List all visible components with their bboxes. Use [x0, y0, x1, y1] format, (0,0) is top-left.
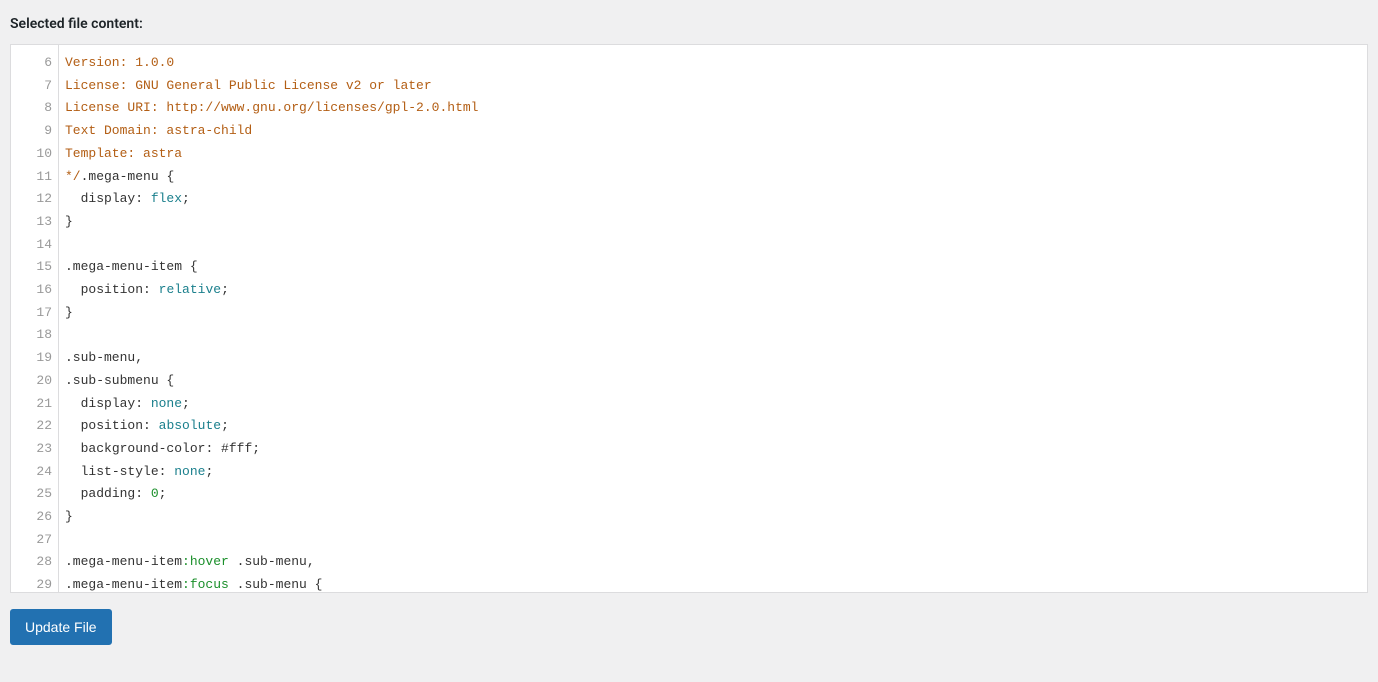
line-gutter: 6789101112131415161718192021222324252627… [11, 45, 59, 592]
code-area[interactable]: Version: 1.0.0License: GNU General Publi… [59, 45, 1367, 592]
submit-row: Update File [10, 609, 1368, 645]
code-editor[interactable]: 6789101112131415161718192021222324252627… [10, 44, 1368, 593]
selected-file-heading: Selected file content: [10, 16, 1368, 32]
update-file-button[interactable]: Update File [10, 609, 112, 645]
